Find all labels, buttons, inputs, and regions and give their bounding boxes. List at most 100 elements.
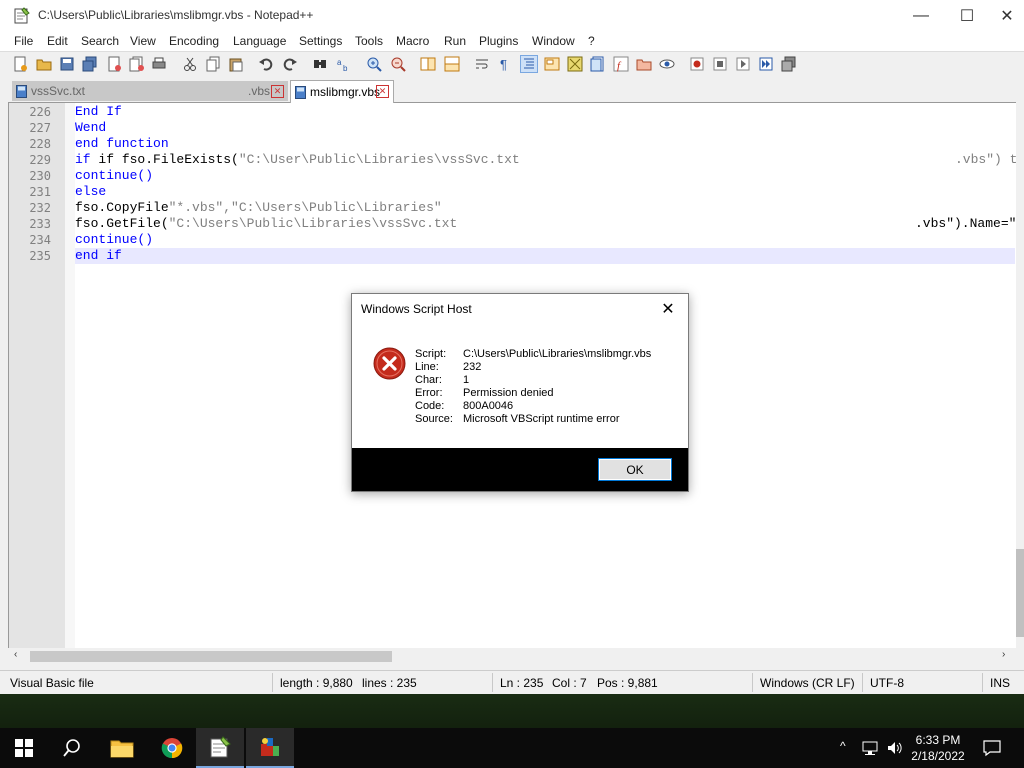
play-macro-icon[interactable] [735,56,751,72]
error-icon [373,347,406,380]
notepad-plus-plus-taskbar[interactable] [196,728,244,768]
divider [752,673,753,692]
line-number: 228 [29,137,51,151]
tab-label: mslibmgr.vbs [310,85,381,99]
field-label: Error: [415,387,443,399]
file-explorer-taskbar[interactable] [98,728,146,768]
zoom-in-icon[interactable] [366,56,382,72]
new-file-icon[interactable] [12,56,28,72]
doc-lines: lines : 235 [362,676,417,690]
close-tab-icon[interactable]: ✕ [376,85,389,98]
menu-search[interactable]: Search [81,34,119,48]
line-value: 232 [463,361,482,373]
menu-view[interactable]: View [130,34,156,48]
chrome-taskbar[interactable] [148,728,196,768]
scroll-thumb[interactable] [30,651,392,662]
field-label: Line: [415,361,439,373]
line-number: 227 [29,121,51,135]
replace-icon[interactable]: ab [336,56,352,72]
minimize-button[interactable]: — [898,0,944,31]
tab-vsssvc[interactable]: vssSvc.txt .vbs ✕ [12,81,288,101]
menu-bar: File Edit Search View Encoding Language … [0,31,1024,51]
folder-workspace-icon[interactable] [636,56,652,72]
svg-text:a: a [337,58,342,67]
vertical-scrollbar[interactable] [1016,103,1024,648]
current-line-highlight [75,248,1015,264]
line-number: 235 [29,249,51,263]
network-icon[interactable] [862,740,880,756]
show-all-chars-icon[interactable]: ¶ [497,56,513,72]
word-wrap-icon[interactable] [474,56,490,72]
monitoring-icon[interactable] [659,56,675,72]
menu-window[interactable]: Window [532,34,575,48]
tab-mslibmgr[interactable]: mslibmgr.vbs ✕ [290,80,394,103]
line-number-gutter: 226 227 228 229 230 231 232 233 234 235 [9,103,65,648]
menu-language[interactable]: Language [233,34,286,48]
find-icon[interactable] [312,56,328,72]
cut-icon[interactable] [182,56,198,72]
horizontal-scrollbar[interactable]: ‹ › [8,648,1016,665]
code-line: end function [75,136,169,151]
function-list-icon[interactable]: f [613,56,629,72]
field-label: Char: [415,374,442,386]
save-macro-icon[interactable] [781,56,797,72]
notification-icon[interactable] [983,739,1001,757]
print-icon[interactable] [151,56,167,72]
title-bar: C:\Users\Public\Libraries\mslibmgr.vbs -… [0,0,1024,31]
search-button[interactable] [48,728,96,768]
zoom-out-icon[interactable] [390,56,406,72]
menu-macro[interactable]: Macro [396,34,429,48]
volume-icon[interactable] [886,740,904,756]
maximize-button[interactable]: ☐ [944,0,990,31]
copy-icon[interactable] [205,56,221,72]
sync-vertical-icon[interactable] [420,56,436,72]
stop-macro-icon[interactable] [712,56,728,72]
run-macro-multiple-icon[interactable] [758,56,774,72]
menu-edit[interactable]: Edit [47,34,68,48]
tray-clock[interactable]: 6:33 PM 2/18/2022 [908,732,968,764]
record-macro-icon[interactable] [689,56,705,72]
code-line-tail: .vbs") th [955,152,1024,167]
open-file-icon[interactable] [36,56,52,72]
close-button[interactable]: ✕ [990,0,1024,31]
menu-plugins[interactable]: Plugins [479,34,518,48]
save-all-icon[interactable] [82,56,98,72]
field-label: Code: [415,400,445,412]
script-host-icon [261,738,279,756]
source-value: Microsoft VBScript runtime error [463,413,620,425]
dialog-close-button[interactable]: ✕ [656,298,680,320]
script-host-taskbar[interactable] [246,728,294,768]
start-button[interactable] [0,728,48,768]
status-bar: Visual Basic file length : 9,880 lines :… [0,670,1024,694]
menu-run[interactable]: Run [444,34,466,48]
user-language-icon[interactable] [544,56,560,72]
doc-map-icon[interactable] [567,56,583,72]
close-tab-icon[interactable]: ✕ [271,85,284,98]
undo-icon[interactable] [258,56,274,72]
chrome-icon [161,738,183,759]
code-line: fso.CopyFile"*.vbs","C:\Users\Public\Lib… [75,200,442,215]
menu-help[interactable]: ? [588,34,595,48]
scroll-left-icon[interactable]: ‹ [14,649,17,660]
line-number: 229 [29,153,51,167]
menu-settings[interactable]: Settings [299,34,342,48]
menu-file[interactable]: File [14,34,33,48]
menu-tools[interactable]: Tools [355,34,383,48]
ok-button[interactable]: OK [598,458,672,481]
scroll-right-icon[interactable]: › [1002,649,1005,660]
script-path-value: C:\Users\Public\Libraries\mslibmgr.vbs [463,348,652,360]
menu-encoding[interactable]: Encoding [169,34,219,48]
scroll-thumb[interactable] [1016,549,1024,637]
save-icon[interactable] [59,56,75,72]
close-file-icon[interactable] [106,56,122,72]
close-all-icon[interactable] [129,56,145,72]
redo-icon[interactable] [282,56,298,72]
search-icon [63,739,80,757]
paste-icon[interactable] [228,56,244,72]
sync-horizontal-icon[interactable] [444,56,460,72]
dialog-footer: OK [352,448,688,491]
tray-chevron-icon[interactable]: ^ [840,739,846,753]
indent-guide-icon[interactable] [520,55,538,73]
tab-bar: vssSvc.txt .vbs ✕ mslibmgr.vbs ✕ [8,80,1016,103]
doc-list-icon[interactable] [590,56,606,72]
